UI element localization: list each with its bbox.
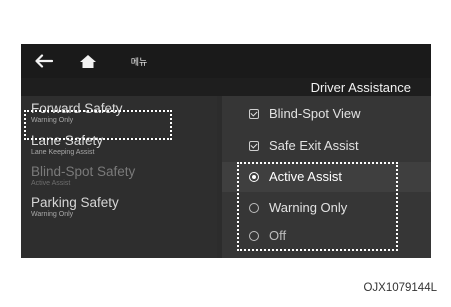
option-safe-exit-assist[interactable]: Safe Exit Assist (249, 138, 359, 153)
option-label: Safe Exit Assist (269, 138, 359, 153)
home-icon (79, 54, 97, 69)
figure-canvas: 메뉴 Driver Assistance Forward Safety Warn… (0, 0, 451, 307)
category-title: Parking Safety (31, 195, 119, 210)
section-title: Driver Assistance (310, 80, 411, 95)
infotainment-screen: 메뉴 Driver Assistance Forward Safety Warn… (21, 44, 431, 258)
callout-highlight-options (237, 162, 398, 251)
option-label: Blind-Spot View (269, 106, 361, 121)
menu-label: 메뉴 (130, 56, 148, 67)
category-blind-spot-safety[interactable]: Blind-Spot Safety Active Assist (31, 164, 135, 188)
checkbox-checked-icon[interactable] (249, 140, 259, 151)
option-blind-spot-view[interactable]: Blind-Spot View (249, 106, 361, 121)
category-subtitle: Lane Keeping Assist (31, 149, 95, 156)
figure-code: OJX1079144L (363, 282, 437, 294)
home-button[interactable] (75, 50, 101, 72)
menu-button[interactable]: 메뉴 (119, 50, 159, 72)
top-bar: 메뉴 (21, 44, 431, 78)
checkbox-checked-icon[interactable] (249, 108, 259, 119)
callout-highlight-category (24, 110, 172, 140)
arrow-left-icon (35, 54, 53, 68)
category-parking-safety[interactable]: Parking Safety Warning Only (31, 195, 119, 219)
back-button[interactable] (33, 50, 55, 72)
category-title: Blind-Spot Safety (31, 164, 136, 179)
category-subtitle: Active Assist (31, 180, 71, 187)
category-subtitle: Warning Only (31, 211, 74, 218)
